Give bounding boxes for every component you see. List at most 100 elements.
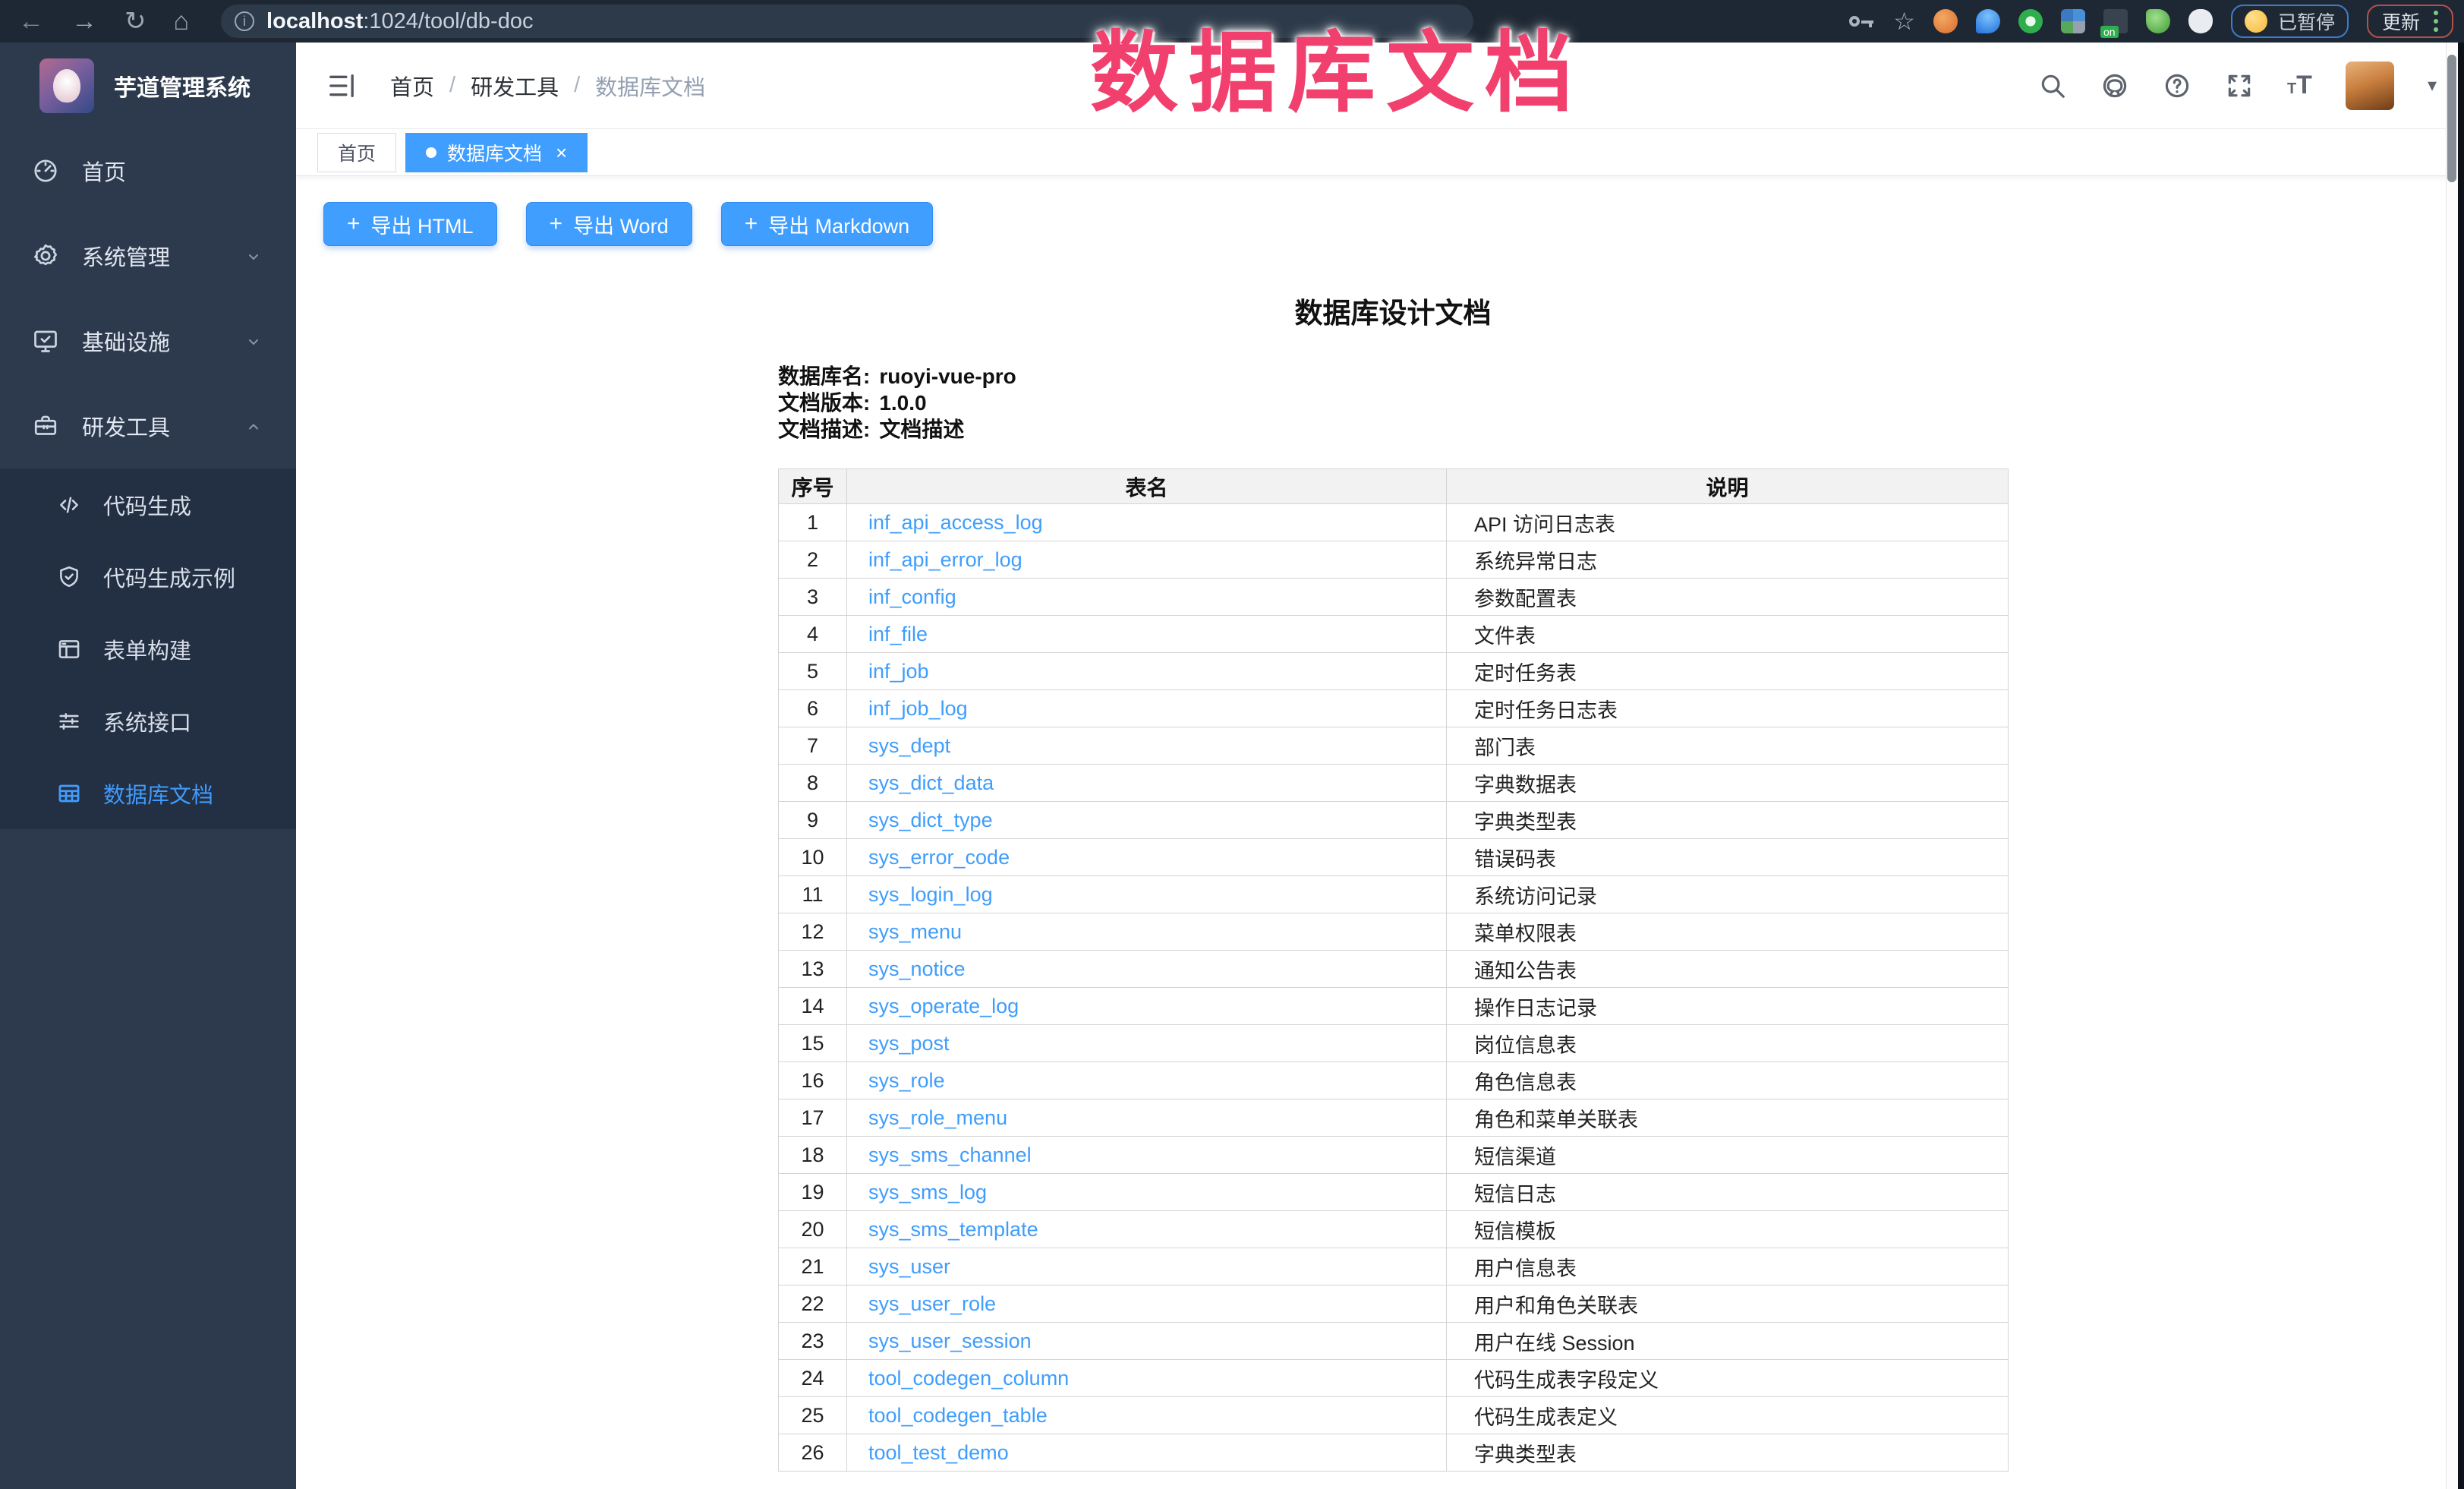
breadcrumb-separator: /	[449, 73, 455, 98]
browser-home-icon[interactable]: ⌂	[174, 0, 190, 43]
table-link[interactable]: sys_notice	[868, 957, 966, 980]
export-html-button[interactable]: +导出 HTML	[323, 202, 497, 246]
tab-label: 数据库文档	[447, 139, 542, 166]
table-name-cell: inf_file	[847, 616, 1447, 653]
table-name-cell: sys_menu	[847, 913, 1447, 951]
sidebar-item-system-api[interactable]: 系统接口	[0, 685, 296, 757]
extension-icon[interactable]	[2146, 9, 2170, 33]
table-link[interactable]: sys_user_role	[868, 1292, 996, 1315]
table-desc-cell: 通知公告表	[1447, 951, 2009, 988]
sidebar-collapse-icon[interactable]	[326, 71, 357, 101]
table-link[interactable]: sys_role	[868, 1069, 945, 1092]
table-link[interactable]: sys_login_log	[868, 883, 993, 906]
table-row: 5inf_job定时任务表	[779, 653, 2009, 690]
table-desc-cell: 短信渠道	[1447, 1137, 2009, 1174]
paused-extension-chip[interactable]: 已暂停	[2231, 5, 2349, 38]
address-bar[interactable]: i localhost:1024/tool/db-doc	[221, 5, 1473, 38]
table-link[interactable]: inf_api_error_log	[868, 548, 1022, 571]
table-link[interactable]: inf_job_log	[868, 697, 968, 720]
avatar-caret-icon[interactable]: ▾	[2428, 74, 2437, 96]
browser-menu-icon[interactable]	[2434, 11, 2438, 32]
extension-icon[interactable]	[2188, 9, 2213, 33]
scrollbar-track[interactable]	[2446, 43, 2458, 1489]
extension-icon[interactable]: on	[2103, 9, 2128, 33]
table-name-cell: sys_login_log	[847, 876, 1447, 913]
breadcrumb-item[interactable]: 研发工具	[471, 70, 559, 102]
breadcrumb-item[interactable]: 首页	[390, 70, 434, 102]
table-link[interactable]: tool_codegen_column	[868, 1367, 1069, 1390]
table-link[interactable]: inf_api_access_log	[868, 511, 1043, 534]
chevron-down-icon	[244, 247, 263, 265]
extension-icon[interactable]	[2018, 9, 2043, 33]
table-link[interactable]: tool_test_demo	[868, 1441, 1009, 1464]
extension-icon[interactable]	[1976, 9, 2000, 33]
table-link[interactable]: sys_sms_template	[868, 1218, 1038, 1241]
table-row: 24tool_codegen_column代码生成表字段定义	[779, 1360, 2009, 1397]
page-content: +导出 HTML+导出 Word+导出 Markdown 数据库设计文档 数据库…	[296, 176, 2464, 1489]
sidebar-item-codegen-example[interactable]: 代码生成示例	[0, 541, 296, 613]
table-link[interactable]: inf_config	[868, 585, 956, 608]
sidebar-item-infrastructure[interactable]: 基础设施	[0, 298, 296, 383]
table-link[interactable]: sys_role_menu	[868, 1106, 1007, 1129]
table-row: 25tool_codegen_table代码生成表定义	[779, 1397, 2009, 1434]
sidebar-item-dev-tools[interactable]: 研发工具	[0, 383, 296, 468]
table-desc-cell: 用户和角色关联表	[1447, 1286, 2009, 1323]
sidebar-item-code-generation[interactable]: 代码生成	[0, 468, 296, 541]
button-label: 导出 Word	[573, 210, 669, 239]
table-link[interactable]: sys_menu	[868, 920, 962, 943]
sidebar-item-system-management[interactable]: 系统管理	[0, 213, 296, 298]
table-row: 19sys_sms_log短信日志	[779, 1174, 2009, 1211]
user-avatar[interactable]	[2346, 62, 2394, 110]
extension-icon[interactable]	[1933, 9, 1958, 33]
table-link[interactable]: sys_dict_type	[868, 809, 993, 831]
sidebar-logo-row[interactable]: 芋道管理系统	[0, 43, 296, 128]
help-icon[interactable]	[2163, 71, 2191, 100]
table-row: 9sys_dict_type字典类型表	[779, 802, 2009, 839]
row-index: 2	[779, 541, 847, 579]
sidebar-item-form-builder[interactable]: 表单构建	[0, 613, 296, 685]
browser-back-icon[interactable]: ←	[18, 0, 44, 43]
table-grid-icon	[56, 781, 82, 806]
fullscreen-icon[interactable]	[2225, 71, 2254, 100]
close-icon[interactable]: ×	[556, 143, 567, 162]
tabs-bar: 首页 数据库文档 ×	[296, 129, 2464, 176]
github-icon[interactable]	[2100, 71, 2129, 100]
export-markdown-button[interactable]: +导出 Markdown	[721, 202, 934, 246]
browser-update-button[interactable]: 更新	[2367, 5, 2453, 38]
table-link[interactable]: sys_dict_data	[868, 771, 994, 794]
password-key-icon[interactable]	[1849, 14, 1875, 28]
sidebar-item-label: 研发工具	[82, 410, 170, 442]
search-icon[interactable]	[2038, 71, 2067, 100]
table-link[interactable]: tool_codegen_table	[868, 1404, 1048, 1427]
table-name-cell: sys_user_role	[847, 1286, 1447, 1323]
bookmark-star-icon[interactable]: ☆	[1893, 7, 1915, 36]
browser-refresh-icon[interactable]: ↻	[124, 0, 147, 43]
table-row: 6inf_job_log定时任务日志表	[779, 690, 2009, 727]
table-link[interactable]: sys_user_session	[868, 1330, 1032, 1352]
font-size-icon[interactable]: TT	[2287, 71, 2312, 100]
table-row: 4inf_file文件表	[779, 616, 2009, 653]
table-link[interactable]: sys_sms_log	[868, 1181, 987, 1204]
table-link[interactable]: sys_operate_log	[868, 995, 1019, 1017]
browser-forward-icon[interactable]: →	[71, 0, 97, 43]
table-link[interactable]: sys_sms_channel	[868, 1144, 1032, 1166]
sidebar-item-home[interactable]: 首页	[0, 128, 296, 213]
sidebar-item-db-doc[interactable]: 数据库文档	[0, 757, 296, 829]
extension-icon[interactable]	[2061, 9, 2085, 33]
table-row: 7sys_dept部门表	[779, 727, 2009, 765]
table-link[interactable]: inf_file	[868, 623, 928, 645]
tab-active-dot	[426, 147, 436, 158]
tab-home[interactable]: 首页	[317, 133, 396, 172]
table-link[interactable]: sys_user	[868, 1255, 950, 1278]
table-link[interactable]: sys_error_code	[868, 846, 1010, 869]
table-desc-cell: 参数配置表	[1447, 579, 2009, 616]
row-index: 13	[779, 951, 847, 988]
tab-db-doc[interactable]: 数据库文档 ×	[405, 133, 588, 172]
export-word-button[interactable]: +导出 Word	[526, 202, 692, 246]
site-info-icon[interactable]: i	[235, 11, 254, 31]
scrollbar-thumb[interactable]	[2447, 55, 2456, 182]
table-link[interactable]: sys_dept	[868, 734, 950, 757]
table-name-cell: inf_job	[847, 653, 1447, 690]
table-link[interactable]: inf_job	[868, 660, 929, 683]
table-link[interactable]: sys_post	[868, 1032, 950, 1055]
